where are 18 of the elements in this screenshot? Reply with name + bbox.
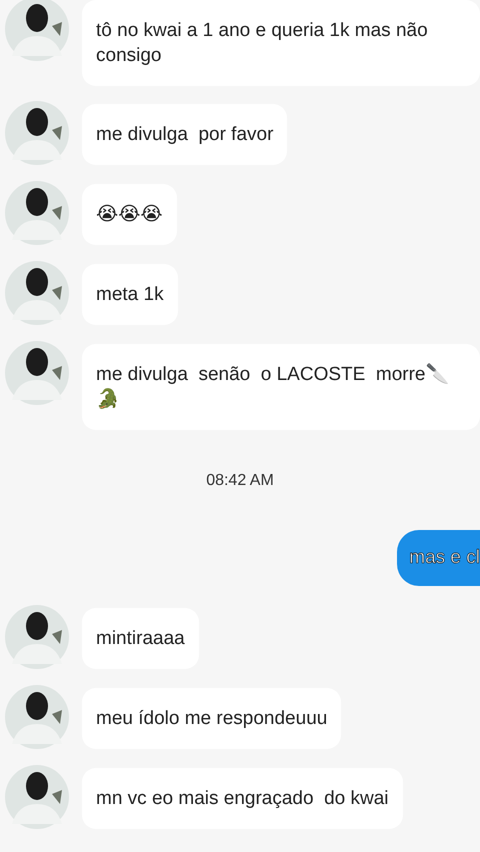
message-bubble: mn vc eo mais engraçado do kwai [82,768,403,829]
avatar [4,764,70,830]
message-bubble: tô no kwai a 1 ano e queria 1k mas não consigo [82,0,480,86]
message-bubble: meta 1k [82,264,178,325]
message-bubble: me divulga por favor [82,104,288,165]
avatar [4,604,70,670]
timestamp: 08:42 AM [206,472,274,490]
message-bubble: 😭😭😭 [82,184,177,245]
message-bubble: mas e cl [397,530,480,586]
avatar [4,340,70,406]
message-bubble: me divulga senão o LACOSTE morre🔪 🐊 [82,344,480,430]
message-bubble: mintiraaaa [82,608,199,669]
avatar [4,684,70,750]
message-bubble: meu ídolo me respondeuuu [82,688,342,749]
avatar [4,180,70,246]
avatar [4,0,70,62]
avatar [4,100,70,166]
avatar [4,260,70,326]
